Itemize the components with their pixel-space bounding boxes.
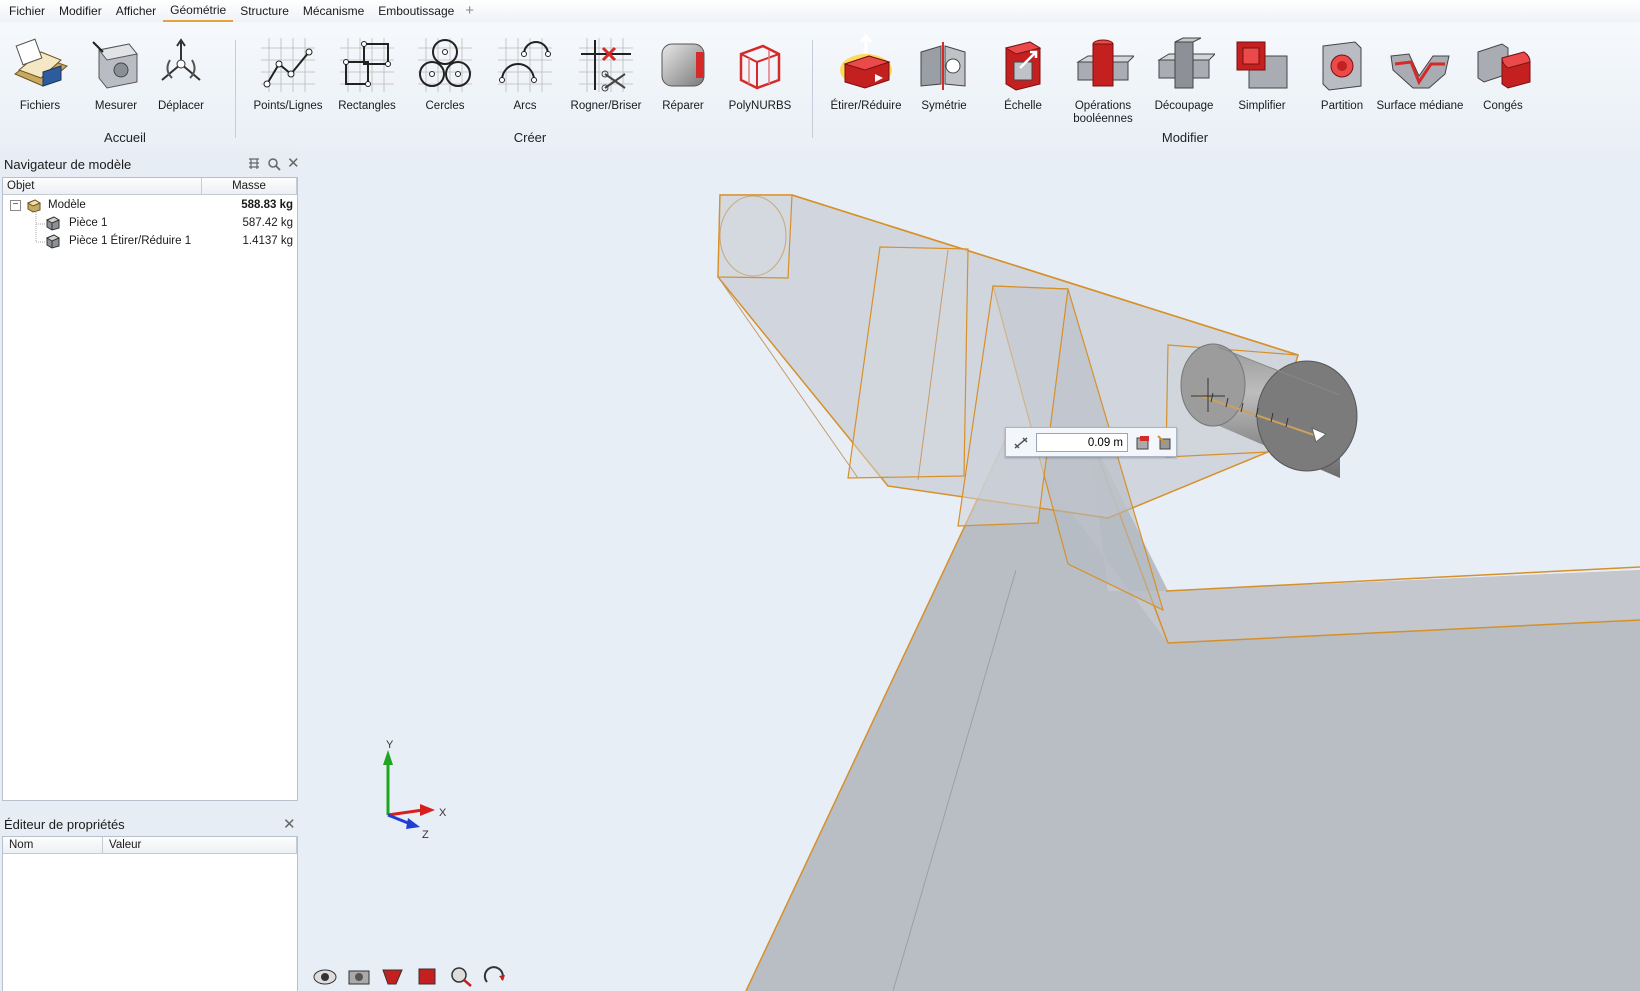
cylinder-base (1180, 343, 1246, 427)
tree-connector (35, 206, 45, 243)
mirror-icon (913, 34, 975, 96)
scale-icon (992, 34, 1054, 96)
reference-icon[interactable] (1134, 434, 1152, 452)
repair-icon (652, 34, 714, 96)
axis-x-label: X (439, 807, 447, 819)
properties-header: Nom Valeur (3, 837, 297, 854)
ribbon-separator (812, 40, 813, 138)
axis-z-label: Z (422, 829, 429, 841)
group-modifier: Modifier (1161, 130, 1209, 145)
col-objet[interactable]: Objet (3, 178, 202, 195)
points-lignes-button[interactable]: Points/Lignes (248, 34, 328, 126)
conges-label: Congés (1483, 100, 1523, 112)
arcs-icon (494, 34, 556, 96)
menu-emboutissage[interactable]: Emboutissage (371, 0, 461, 22)
arcs-button[interactable]: Arcs (485, 34, 565, 126)
axis-y-label: Y (386, 739, 394, 751)
beam-end-face (717, 194, 793, 279)
polynurbs-label: PolyNURBS (728, 100, 792, 112)
conges-button[interactable]: Congés (1463, 34, 1543, 126)
tree-mass: 1.4137 kg (242, 235, 293, 247)
part-icon (45, 216, 61, 231)
menu-modifier[interactable]: Modifier (52, 0, 109, 22)
group-accueil: Accueil (104, 130, 146, 145)
tree-mass: 587.42 kg (242, 217, 293, 229)
simplifier-button[interactable]: Simplifier (1222, 34, 1302, 126)
navigator-title: Navigateur de modèle (4, 157, 132, 172)
view-toolbar (312, 964, 508, 988)
menu-bar: Fichier Modifier Afficher Géométrie Stru… (0, 0, 1640, 22)
part-icon (45, 234, 61, 249)
split-icon (1153, 34, 1217, 96)
rectangles-icon (336, 34, 398, 96)
tree-row-piece-1[interactable]: Pièce 1 587.42 kg (3, 215, 297, 232)
move-icon (150, 34, 212, 96)
push-pull-icon (835, 33, 897, 96)
files-icon (9, 34, 71, 96)
echelle-button[interactable]: Échelle (983, 34, 1063, 126)
fillet-icon (1472, 34, 1534, 96)
tree-row-piece-1-etirer[interactable]: Pièce 1 Étirer/Réduire 1 1.4137 kg (3, 233, 297, 250)
rotate-view-icon[interactable] (482, 964, 508, 988)
deplacer-label: Déplacer (157, 100, 205, 112)
midsurface-icon (1389, 34, 1451, 96)
box-view-icon[interactable] (414, 964, 440, 988)
axis-triad: Y X Z (383, 739, 447, 841)
boolean-icon (1072, 34, 1136, 96)
deplacer-button[interactable]: Déplacer (141, 34, 221, 126)
close-icon[interactable]: ✕ (283, 817, 296, 832)
boolean-label-line2: booléennes (1073, 113, 1133, 125)
trim-break-icon (575, 34, 637, 96)
model-tree: Objet Masse − Modèle 588.83 kg Pièce 1 5… (2, 177, 298, 801)
search-icon[interactable] (267, 157, 281, 171)
properties-grid: Nom Valeur (2, 836, 298, 991)
group-creer: Créer (513, 130, 547, 145)
surface-mediane-button[interactable]: Surface médiane (1377, 34, 1463, 126)
distance-icon (1014, 437, 1028, 449)
tree-row-modele[interactable]: − Modèle 588.83 kg (3, 197, 297, 214)
menu-fichier[interactable]: Fichier (2, 0, 52, 22)
menu-mecanisme[interactable]: Mécanisme (296, 0, 371, 22)
section-view-icon[interactable] (380, 964, 406, 988)
partition-icon (1311, 34, 1373, 96)
col-masse[interactable]: Masse (202, 178, 297, 195)
tree-name: Modèle (48, 199, 86, 211)
tree-icon[interactable] (247, 157, 261, 171)
frame-body (746, 430, 1640, 991)
points-lines-icon (257, 34, 319, 96)
ribbon: Fichiers Mesurer Déplacer Accueil Points… (0, 22, 1640, 150)
zoom-icon[interactable] (448, 964, 474, 988)
ribbon-separator (235, 40, 236, 138)
cercles-button[interactable]: Cercles (405, 34, 485, 126)
collapse-icon[interactable]: − (10, 200, 21, 211)
distance-input[interactable] (1036, 433, 1128, 452)
navigator-tools: ✕ (247, 156, 300, 171)
col-valeur[interactable]: Valeur (103, 837, 297, 854)
measure-icon (85, 34, 147, 96)
add-tab-button[interactable]: + (461, 1, 478, 21)
eye-icon[interactable] (312, 964, 338, 988)
camera-icon[interactable] (346, 964, 372, 988)
symetrie-button[interactable]: Symétrie (904, 34, 984, 126)
tree-header: Objet Masse (3, 178, 297, 195)
boolean-label-line1: Opérations (1074, 100, 1132, 112)
dimension-input-box (1005, 427, 1177, 457)
model-geometry: Y X Z (383, 194, 1640, 991)
tree-mass: 588.83 kg (241, 199, 293, 211)
target-icon[interactable] (1156, 434, 1174, 452)
col-nom[interactable]: Nom (3, 837, 103, 854)
polynurbs-icon (729, 34, 791, 96)
tree-name: Pièce 1 Étirer/Réduire 1 (69, 235, 192, 247)
menu-afficher[interactable]: Afficher (109, 0, 163, 22)
circles-icon (414, 34, 476, 96)
menu-geometrie[interactable]: Géométrie (163, 0, 234, 22)
polynurbs-button[interactable]: PolyNURBS (720, 34, 800, 126)
tree-name: Pièce 1 (69, 217, 108, 229)
properties-title: Éditeur de propriétés (4, 817, 125, 832)
menu-structure[interactable]: Structure (233, 0, 296, 22)
simplify-icon (1231, 34, 1293, 96)
3d-viewport[interactable]: Y X Z (298, 150, 1640, 991)
operations-booleennes-button[interactable]: Opérations booléennes (1063, 34, 1143, 126)
